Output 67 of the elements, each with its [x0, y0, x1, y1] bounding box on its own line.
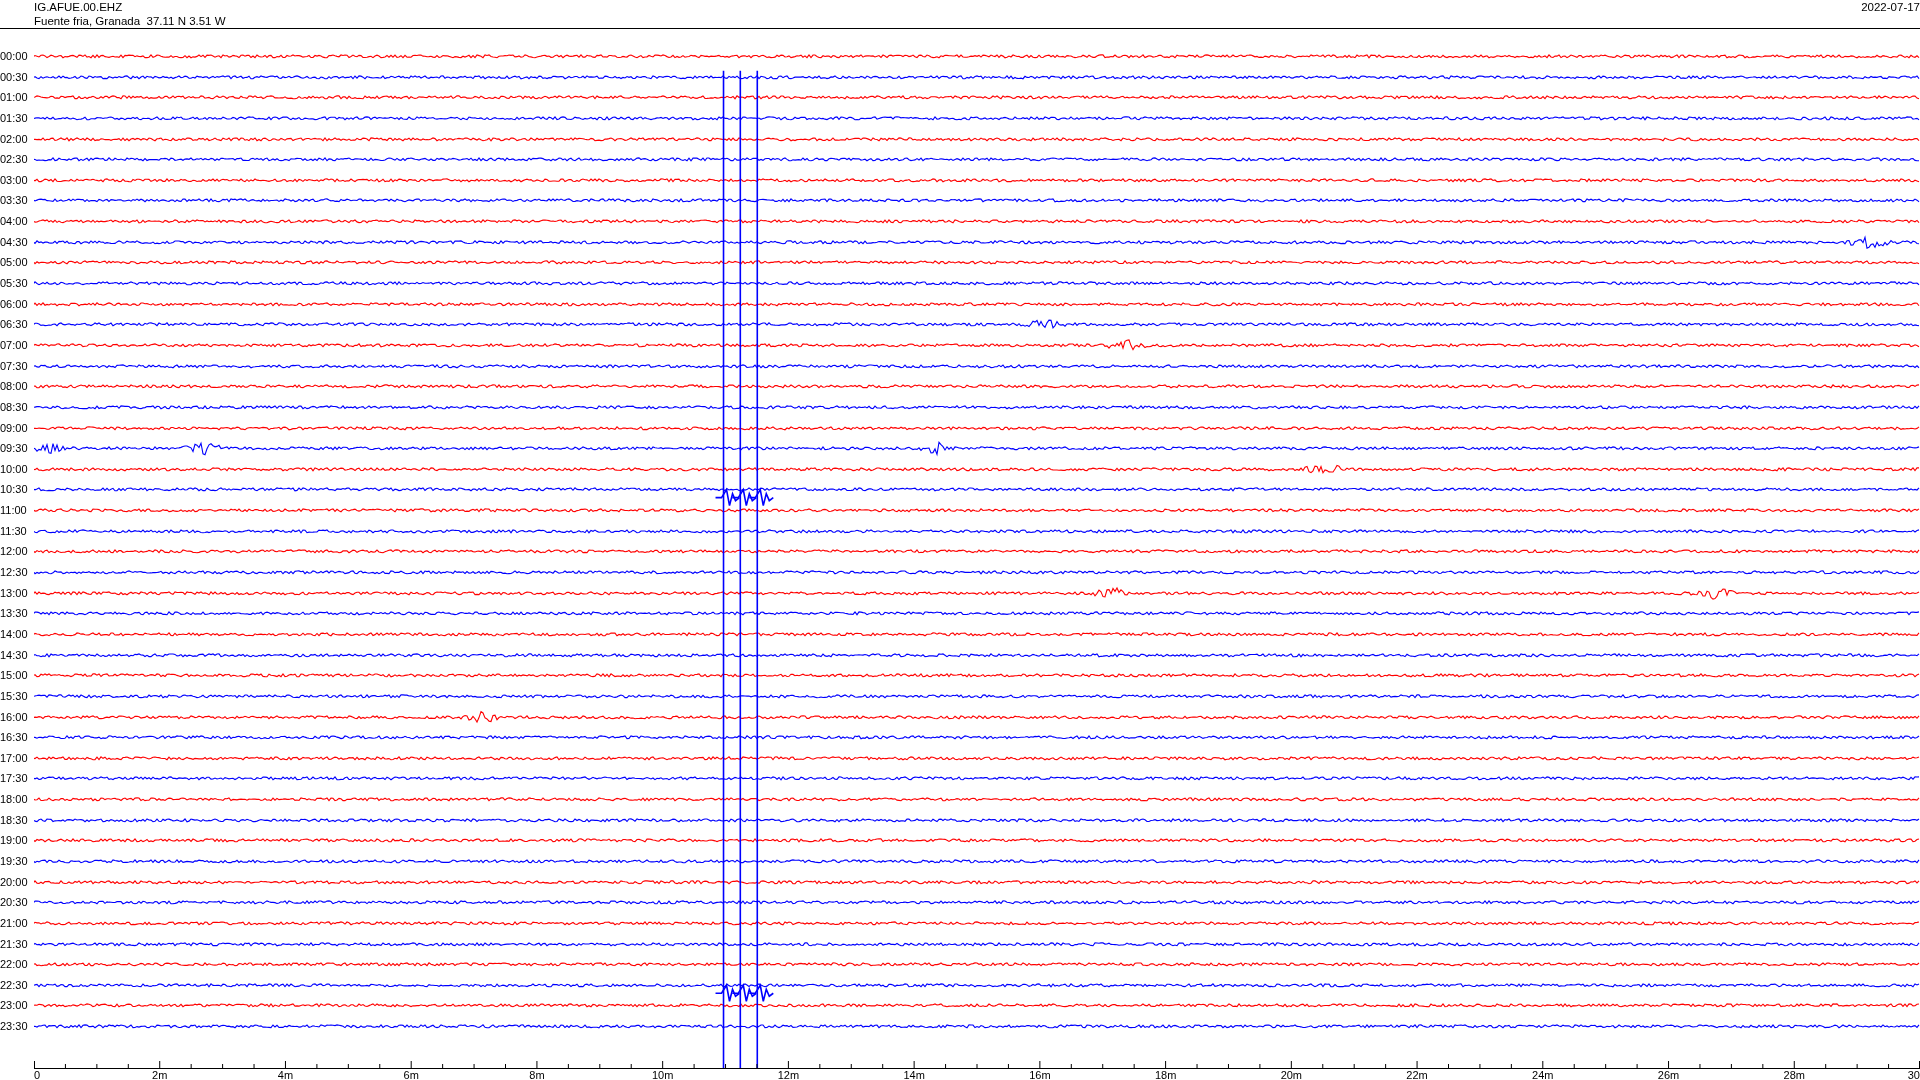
- time-label: 07:30: [0, 358, 29, 374]
- time-label: 19:00: [0, 833, 29, 849]
- time-label: 21:30: [0, 936, 29, 952]
- time-label: 10:00: [0, 461, 29, 477]
- time-label: 10:30: [0, 482, 29, 498]
- axis-tick-label: 20m: [1280, 1068, 1303, 1080]
- time-label: 15:30: [0, 688, 29, 704]
- time-label: 03:30: [0, 193, 29, 209]
- axis-tick-label: 4m: [277, 1068, 294, 1080]
- time-label: 20:30: [0, 895, 29, 911]
- axis-tick-label: 2m: [152, 1068, 168, 1080]
- time-label: 03:00: [0, 172, 29, 188]
- time-label: 06:00: [0, 296, 29, 312]
- axis-tick-label: 30: [1907, 1068, 1920, 1080]
- time-label: 18:30: [0, 812, 29, 828]
- time-label: 02:00: [0, 131, 29, 147]
- time-label: 11:00: [0, 503, 28, 519]
- time-label: 06:30: [0, 317, 29, 333]
- time-label: 00:30: [0, 69, 29, 85]
- axis-tick-label: 8m: [529, 1068, 545, 1080]
- time-label: 04:30: [0, 234, 29, 250]
- time-label: 14:00: [0, 626, 29, 642]
- time-label: 15:00: [0, 668, 29, 684]
- time-label: 22:00: [0, 957, 29, 973]
- time-label: 23:00: [0, 998, 29, 1014]
- time-label: 05:30: [0, 276, 29, 292]
- axis-tick-label: 6m: [403, 1068, 419, 1080]
- time-label: 22:30: [0, 977, 29, 993]
- time-label: 11:30: [0, 523, 28, 539]
- time-label: 01:30: [0, 110, 29, 126]
- time-label: 18:00: [0, 792, 29, 808]
- time-label: 08:00: [0, 379, 29, 395]
- axis-tick-label: 0: [34, 1068, 41, 1080]
- station-location: Fuente fria, Granada 37.11 N 3.51 W: [34, 14, 226, 28]
- axis-tick-label: 14m: [903, 1068, 925, 1080]
- time-label: 20:00: [0, 874, 29, 890]
- axis-tick-label: 18m: [1154, 1068, 1177, 1080]
- time-label: 13:00: [0, 585, 29, 601]
- time-label: 04:00: [0, 214, 29, 230]
- plot-date: 2022-07-17: [1861, 0, 1920, 15]
- axis-tick-label: 12m: [777, 1068, 800, 1080]
- time-label: 17:30: [0, 771, 29, 787]
- time-label: 01:00: [0, 90, 29, 106]
- time-label: 00:00: [0, 49, 29, 64]
- time-label: 12:00: [0, 544, 29, 560]
- time-label: 13:30: [0, 606, 29, 622]
- time-label: 09:00: [0, 420, 29, 436]
- time-label: 21:00: [0, 915, 29, 931]
- time-label: 16:30: [0, 730, 29, 746]
- axis-tick-label: 24m: [1532, 1068, 1554, 1080]
- time-label: 12:30: [0, 565, 29, 580]
- time-label: 02:30: [0, 152, 29, 168]
- time-label: 07:00: [0, 337, 29, 353]
- time-label: 17:00: [0, 750, 29, 766]
- axis-tick-label: 10m: [651, 1068, 674, 1080]
- axis-tick-label: 22m: [1406, 1068, 1428, 1080]
- time-label: 08:30: [0, 399, 29, 415]
- time-label: 16:00: [0, 709, 29, 725]
- station-code: IG.AFUE.00.EHZ: [34, 0, 124, 14]
- time-label: 05:00: [0, 255, 29, 271]
- time-label: 09:30: [0, 441, 29, 457]
- axis-tick-label: 28m: [1783, 1068, 1805, 1080]
- time-label: 23:30: [0, 1019, 29, 1035]
- time-label: 14:30: [0, 647, 29, 663]
- axis-tick-label: 16m: [1029, 1068, 1051, 1080]
- axis-tick-label: 26m: [1657, 1068, 1680, 1080]
- time-label: 19:30: [0, 854, 29, 869]
